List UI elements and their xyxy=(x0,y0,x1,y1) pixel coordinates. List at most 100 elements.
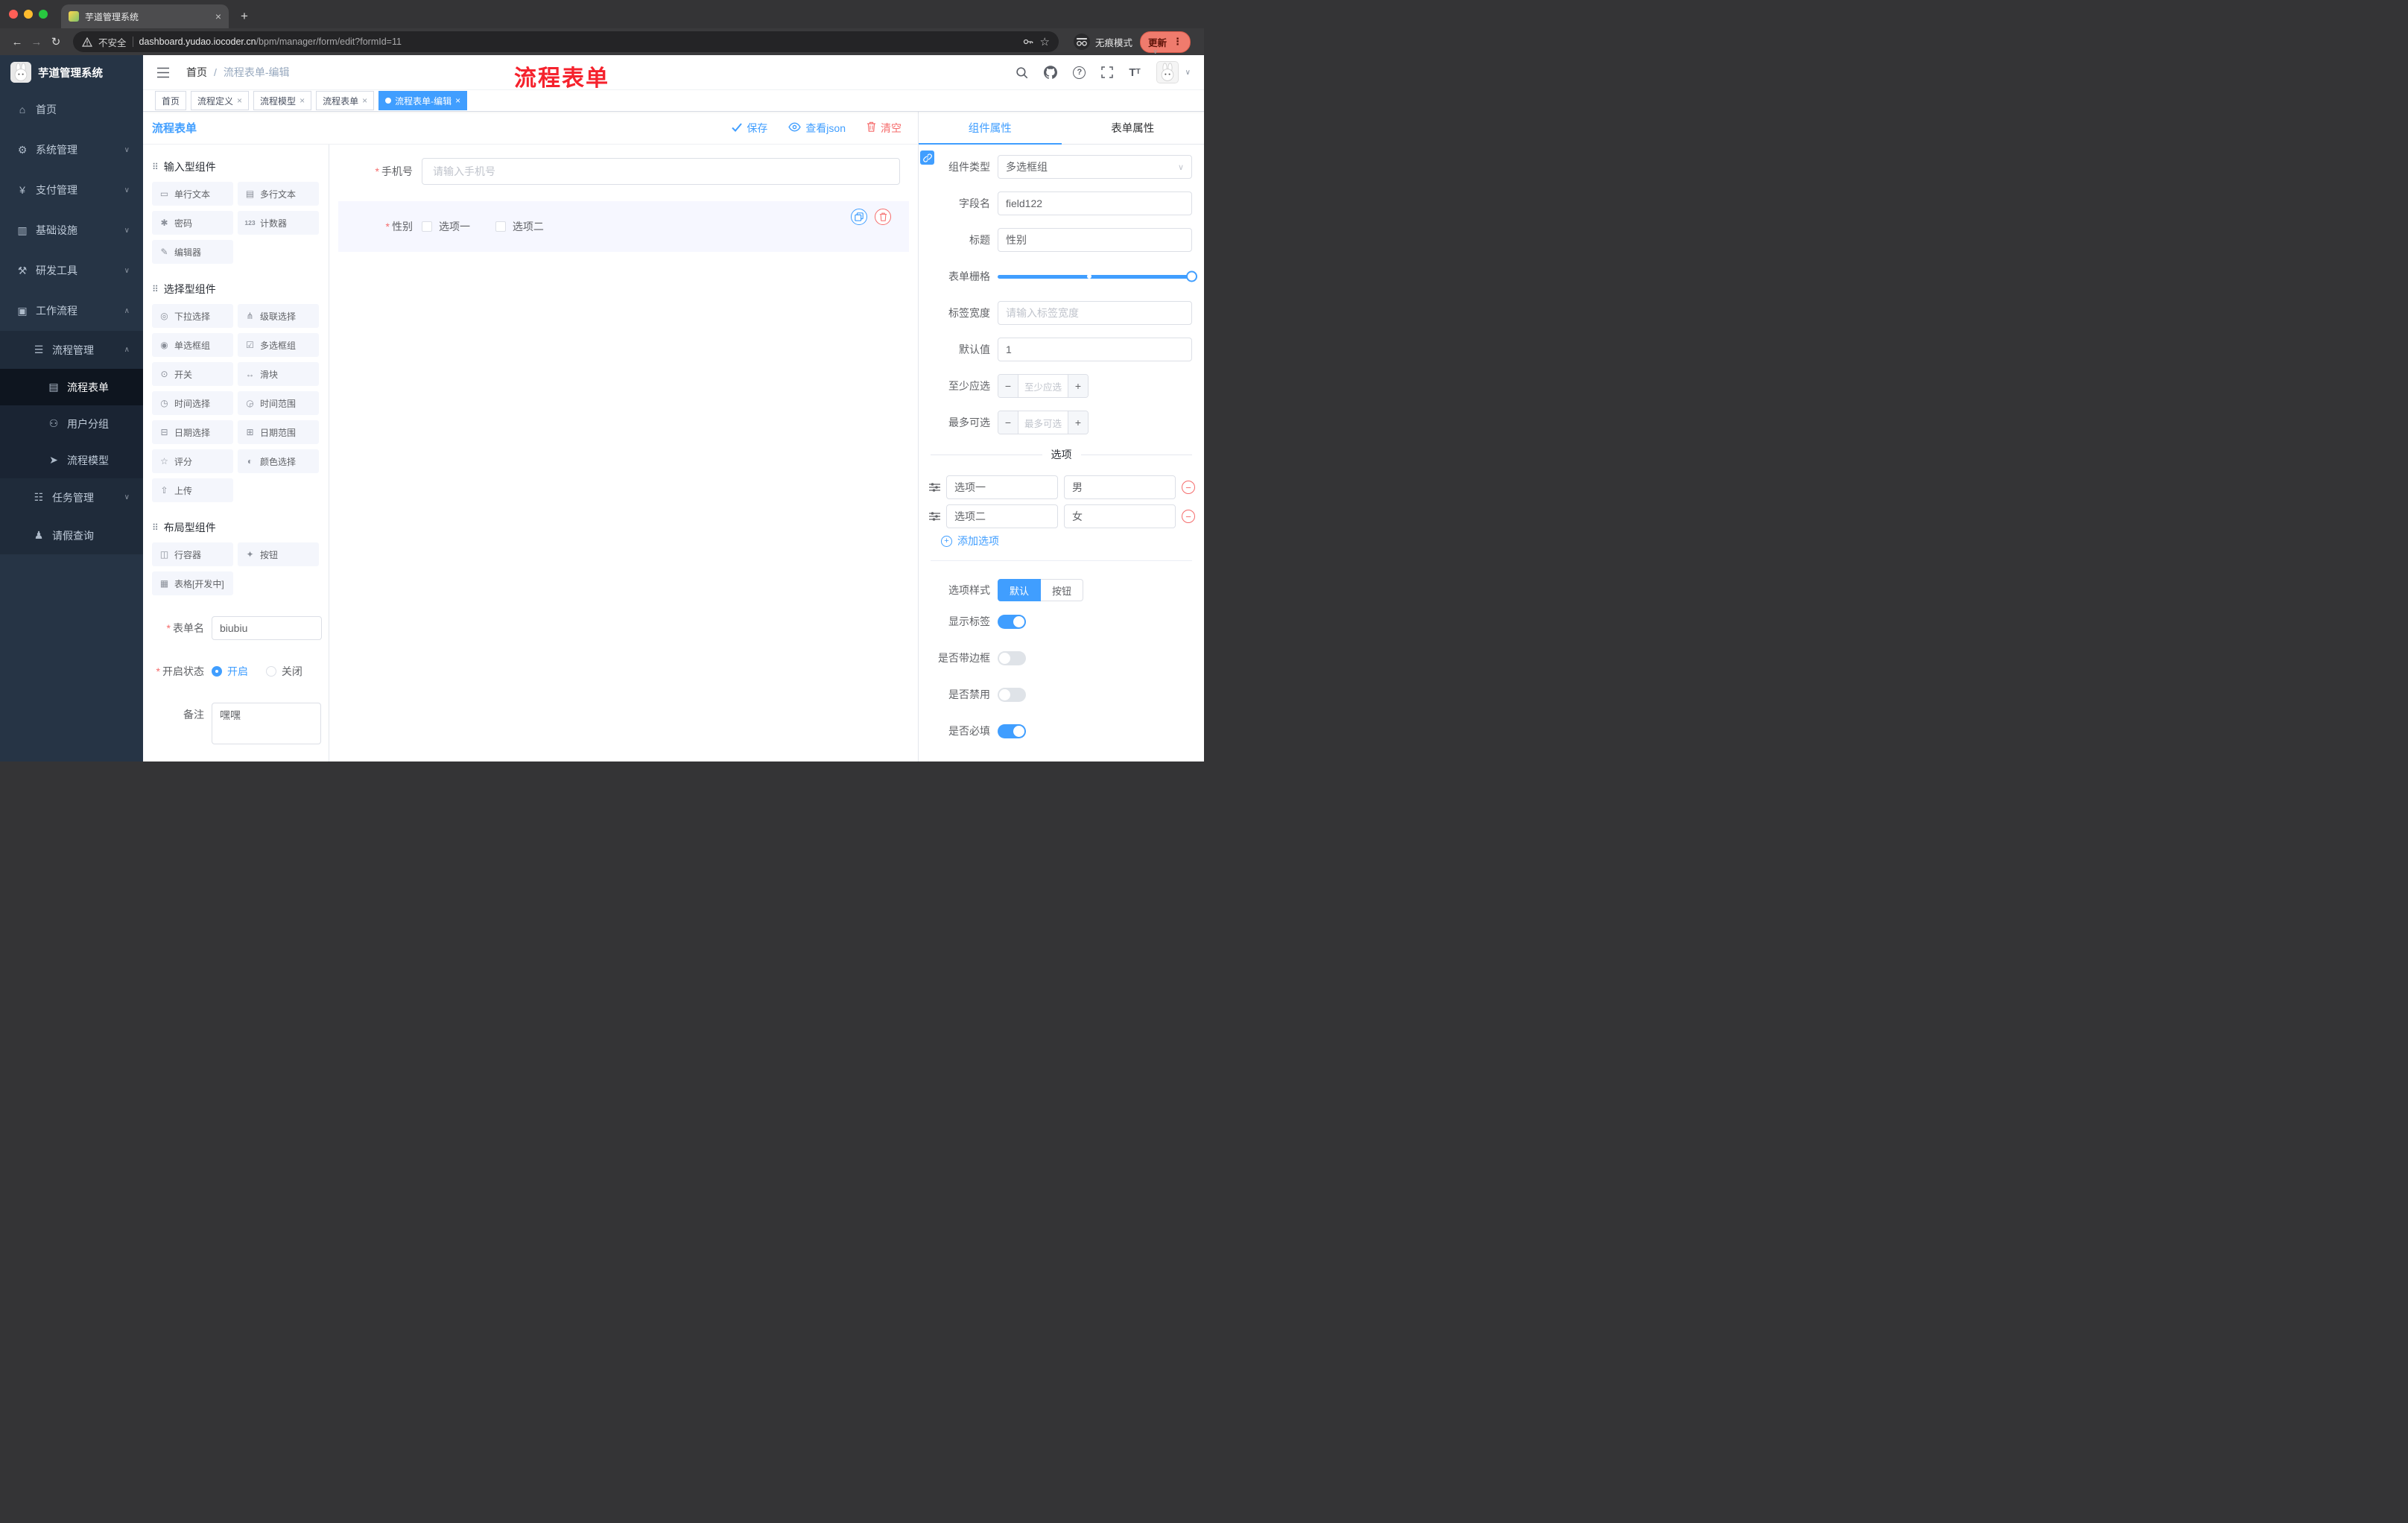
option-1-value-input[interactable] xyxy=(1064,475,1176,499)
user-caret-down-icon[interactable]: ∨ xyxy=(1185,69,1191,77)
component-counter[interactable]: 123 计数器 xyxy=(238,211,319,235)
avatar[interactable] xyxy=(1156,61,1179,83)
forward-icon[interactable]: → xyxy=(27,32,46,51)
tag-close-icon[interactable]: × xyxy=(237,96,242,105)
show-label-toggle[interactable] xyxy=(998,614,1026,629)
sidebar-item-devtools[interactable]: ⚒ 研发工具 ∨ xyxy=(0,250,143,291)
save-button[interactable]: 保存 xyxy=(732,121,767,136)
component-button[interactable]: ✦ 按钮 xyxy=(238,542,319,566)
tab-component-props[interactable]: 组件属性 xyxy=(919,112,1062,145)
component-switch[interactable]: ⊙ 开关 xyxy=(152,362,233,386)
fullscreen-icon[interactable] xyxy=(1101,66,1114,78)
border-toggle[interactable] xyxy=(998,650,1026,665)
tag-process-definition[interactable]: 流程定义 × xyxy=(191,91,250,110)
address-bar[interactable]: 不安全 dashboard.yudao.iocoder.cn/bpm/manag… xyxy=(73,31,1059,52)
more-dots-icon[interactable]: ⋮ xyxy=(1173,36,1182,48)
phone-field-row[interactable]: 手机号 xyxy=(338,158,909,185)
help-icon[interactable]: ? xyxy=(1073,66,1086,79)
disabled-toggle[interactable] xyxy=(998,687,1026,702)
status-off-radio[interactable]: 关闭 xyxy=(265,659,302,683)
reload-icon[interactable]: ↻ xyxy=(46,32,66,51)
search-icon[interactable] xyxy=(1016,66,1028,79)
sidebar-item-workflow[interactable]: ▣ 工作流程 ∧ xyxy=(0,291,143,331)
decrease-icon[interactable]: − xyxy=(998,411,1018,434)
decrease-icon[interactable]: − xyxy=(998,375,1018,397)
component-textarea[interactable]: ▤ 多行文本 xyxy=(238,182,319,206)
field-name-input[interactable] xyxy=(998,191,1192,215)
tab-form-props[interactable]: 表单属性 xyxy=(1062,112,1205,144)
component-type-select[interactable]: 多选框组 ∨ xyxy=(998,155,1192,179)
add-option-button[interactable]: + 添加选项 xyxy=(941,533,1192,548)
option-1-label-input[interactable] xyxy=(946,475,1058,499)
tag-process-form[interactable]: 流程表单 × xyxy=(316,91,375,110)
min-select-value[interactable]: 至少应选 xyxy=(1018,375,1068,397)
component-date-range[interactable]: ⊞ 日期范围 xyxy=(238,420,319,444)
tab-close-icon[interactable]: × xyxy=(215,11,221,22)
component-time-range[interactable]: ◶ 时间范围 xyxy=(238,391,319,415)
title-input[interactable] xyxy=(998,228,1192,252)
component-color-picker[interactable]: ◐ 颜色选择 xyxy=(238,449,319,473)
component-row-container[interactable]: ◫ 行容器 xyxy=(152,542,233,566)
key-icon[interactable] xyxy=(1022,36,1034,48)
bookmark-star-icon[interactable]: ☆ xyxy=(1040,35,1050,48)
component-select[interactable]: ◎ 下拉选择 xyxy=(152,304,233,328)
view-json-button[interactable]: 查看json xyxy=(788,121,846,136)
component-rate[interactable]: ☆ 评分 xyxy=(152,449,233,473)
slider-handle[interactable] xyxy=(1186,270,1197,282)
required-toggle[interactable] xyxy=(998,723,1026,738)
link-icon-button[interactable] xyxy=(920,151,934,165)
component-date-picker[interactable]: ⊟ 日期选择 xyxy=(152,420,233,444)
style-default-button[interactable]: 默认 xyxy=(998,579,1042,601)
component-checkbox-group[interactable]: ☑ 多选框组 xyxy=(238,333,319,357)
tag-close-icon[interactable]: × xyxy=(455,96,460,105)
delete-component-icon[interactable] xyxy=(875,209,891,225)
tag-close-icon[interactable]: × xyxy=(300,96,305,105)
remove-option-icon[interactable]: − xyxy=(1182,481,1195,494)
clear-button[interactable]: 清空 xyxy=(866,121,902,136)
font-size-icon[interactable]: TT xyxy=(1129,67,1140,78)
component-text-field[interactable]: ▭ 单行文本 xyxy=(152,182,233,206)
max-select-value[interactable]: 最多可选 xyxy=(1018,411,1068,434)
tag-home[interactable]: 首页 xyxy=(155,91,187,110)
tag-process-model[interactable]: 流程模型 × xyxy=(253,91,312,110)
option-2-label-input[interactable] xyxy=(946,504,1058,528)
sidebar-logo[interactable]: 芋道管理系统 xyxy=(0,55,143,89)
slider-track[interactable] xyxy=(998,270,1197,282)
option-2-value-input[interactable] xyxy=(1064,504,1176,528)
component-cascader[interactable]: ⋔ 级联选择 xyxy=(238,304,319,328)
drag-handle-icon[interactable] xyxy=(929,483,940,492)
component-slider[interactable]: ↔ 滑块 xyxy=(238,362,319,386)
sidebar-item-home[interactable]: ⌂ 首页 xyxy=(0,89,143,130)
new-tab-button[interactable]: + xyxy=(235,7,254,26)
form-remark-textarea[interactable]: 嘿嘿 xyxy=(212,703,321,744)
component-rich-editor[interactable]: ✎ 编辑器 xyxy=(152,240,233,264)
collapse-sidebar-icon[interactable] xyxy=(156,67,170,78)
label-width-input[interactable] xyxy=(998,301,1192,325)
sidebar-item-user-group[interactable]: ⚇ 用户分组 xyxy=(0,405,143,442)
component-password[interactable]: ✱ 密码 xyxy=(152,211,233,235)
breadcrumb-home[interactable]: 首页 xyxy=(186,65,207,80)
back-icon[interactable]: ← xyxy=(7,32,27,51)
form-name-input[interactable] xyxy=(212,616,322,640)
zoom-window-button[interactable] xyxy=(39,10,48,19)
gender-option-2-checkbox[interactable]: 选项二 xyxy=(495,219,544,234)
component-upload[interactable]: ⇧ 上传 xyxy=(152,478,233,502)
default-value-input[interactable] xyxy=(998,338,1192,361)
component-radio-group[interactable]: ◉ 单选框组 xyxy=(152,333,233,357)
increase-icon[interactable]: + xyxy=(1068,411,1088,434)
sidebar-item-infrastructure[interactable]: ▥ 基础设施 ∨ xyxy=(0,210,143,250)
sidebar-item-process-model[interactable]: ➤ 流程模型 xyxy=(0,442,143,478)
github-icon[interactable] xyxy=(1044,66,1058,79)
component-table[interactable]: ▦ 表格[开发中] xyxy=(152,571,233,595)
copy-component-icon[interactable] xyxy=(851,209,867,225)
form-grid-slider[interactable] xyxy=(998,265,1197,288)
sidebar-item-system[interactable]: ⚙ 系统管理 ∨ xyxy=(0,130,143,170)
sidebar-item-leave-query[interactable]: ♟ 请假查询 xyxy=(0,516,143,554)
sidebar-item-process-manage[interactable]: ☰ 流程管理 ∧ xyxy=(0,331,143,369)
phone-input[interactable] xyxy=(422,158,900,185)
drag-handle-icon[interactable] xyxy=(929,512,940,521)
chrome-update-button[interactable]: 更新 ⋮ xyxy=(1139,31,1191,53)
remove-option-icon[interactable]: − xyxy=(1182,510,1195,523)
status-on-radio[interactable]: 开启 xyxy=(212,659,248,683)
gender-field-block-selected[interactable]: 性别 选项一 选项二 xyxy=(338,201,909,252)
